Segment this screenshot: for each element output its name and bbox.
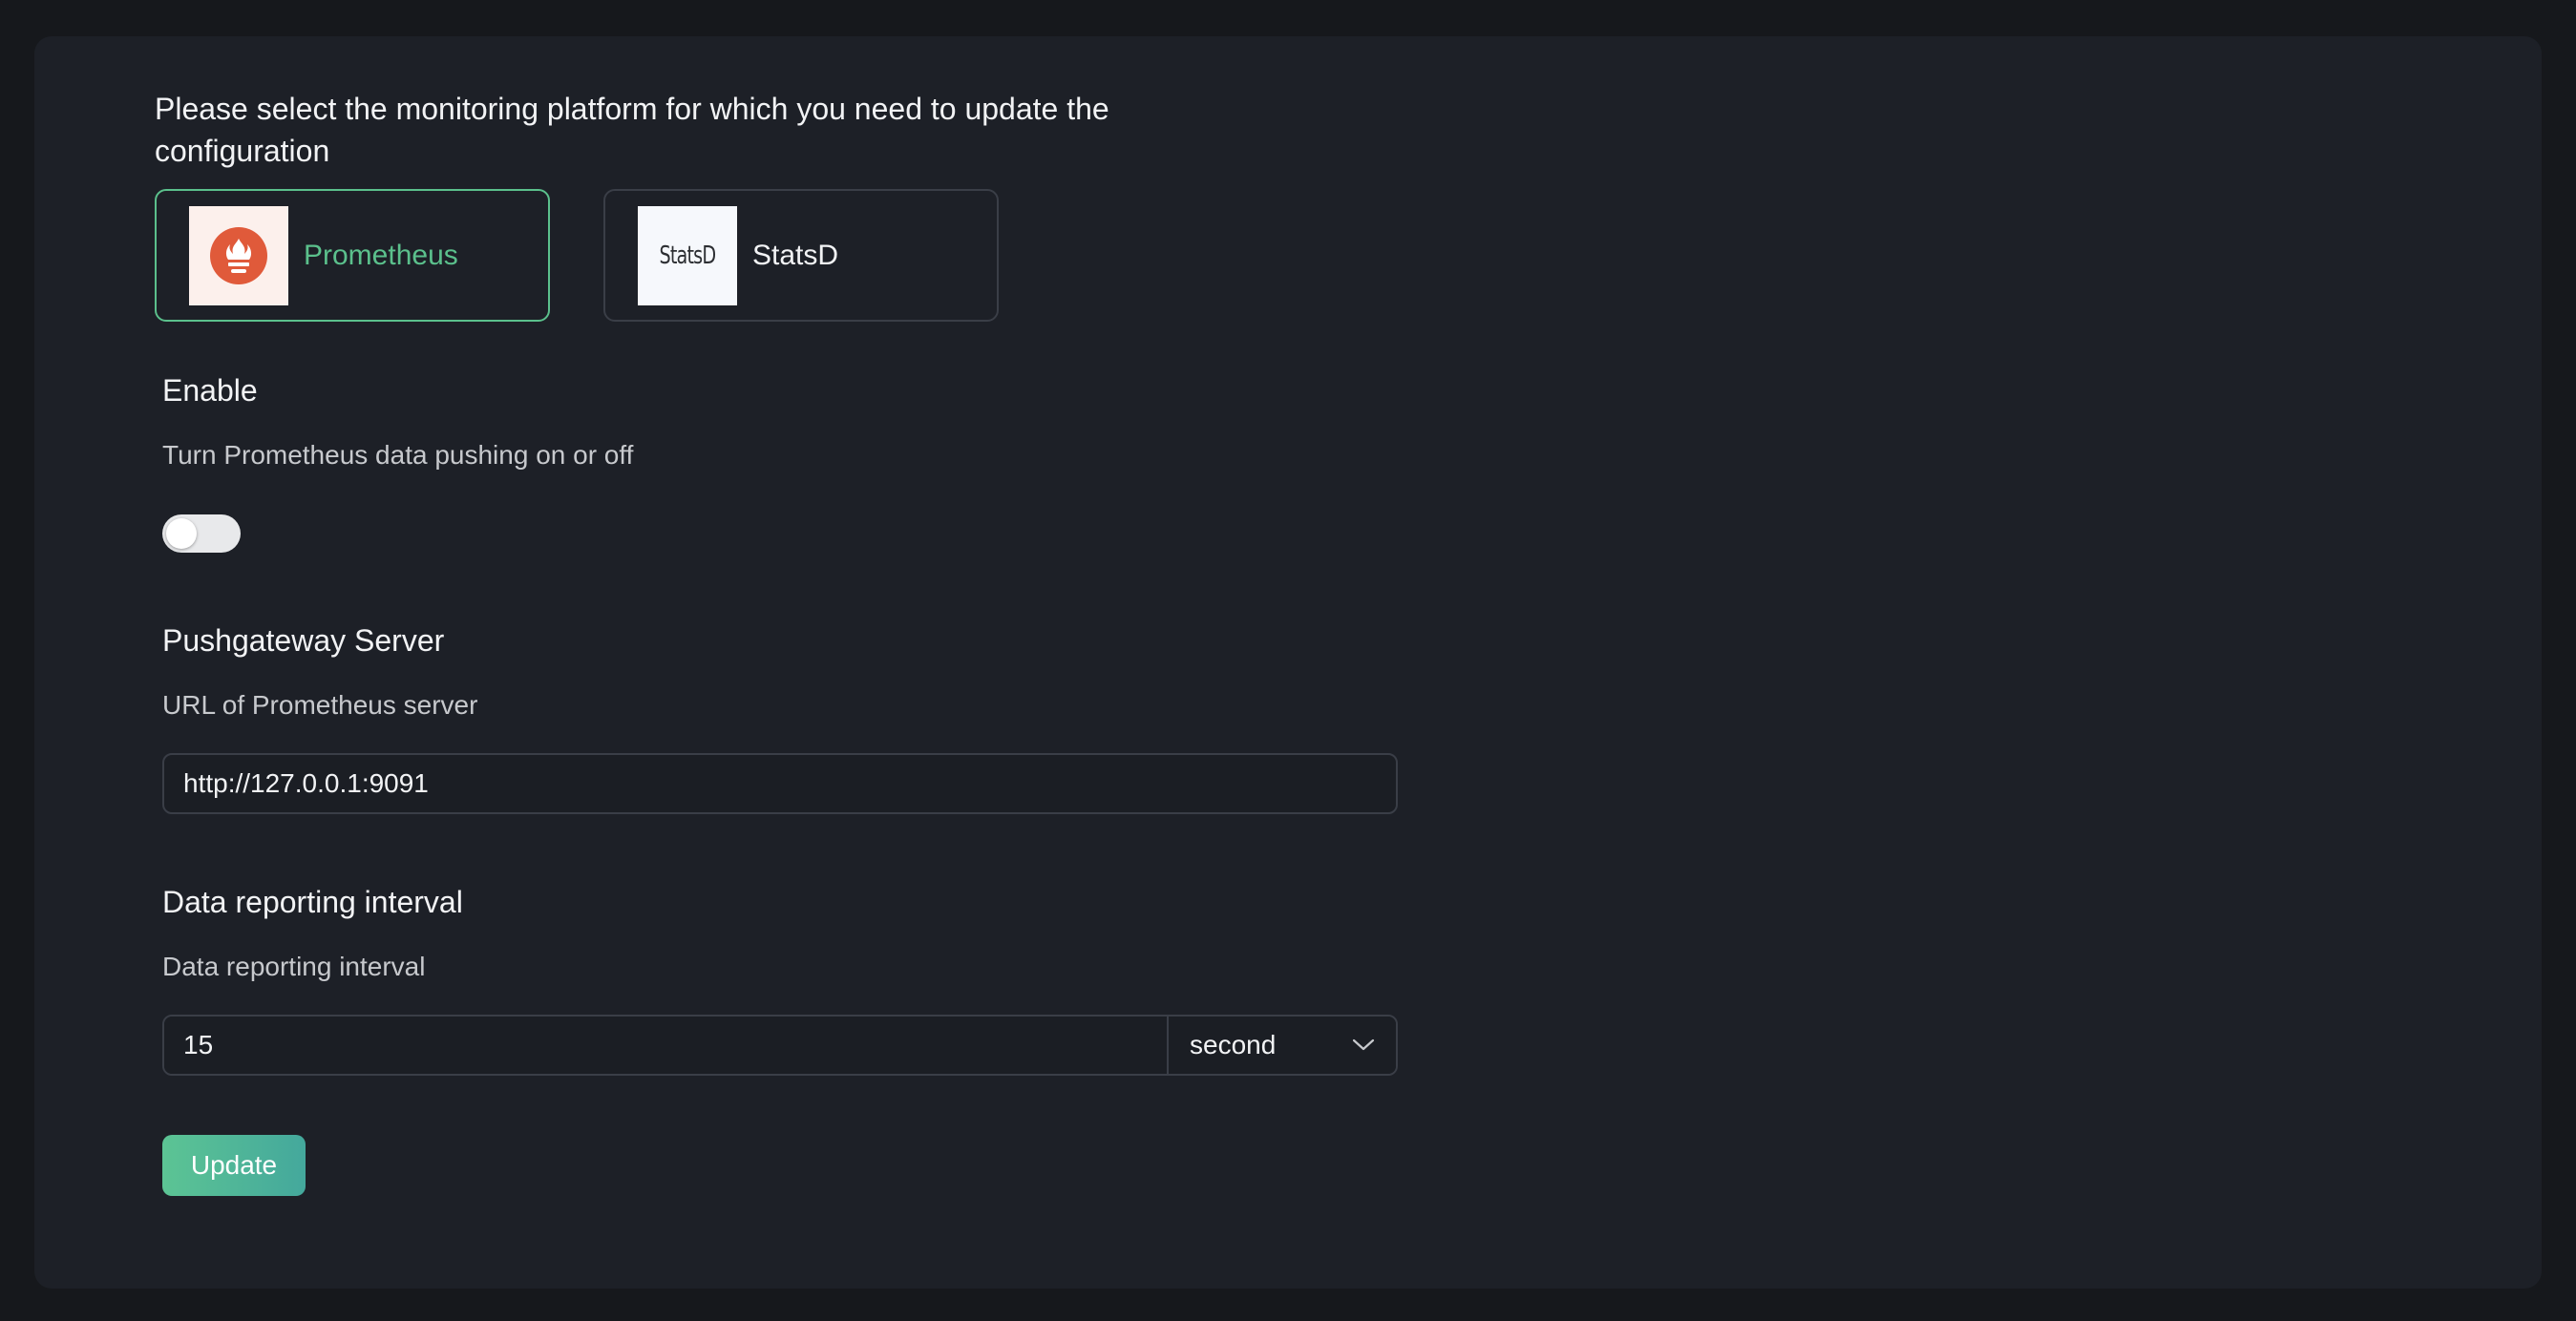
interval-description: Data reporting interval: [162, 952, 426, 981]
enable-description: Turn Prometheus data pushing on or off: [162, 440, 634, 470]
interval-field-group: second: [162, 1015, 1398, 1076]
config-content: Please select the monitoring platform fo…: [155, 88, 1398, 1196]
pushgateway-title: Pushgateway Server: [162, 623, 445, 658]
platform-card-prometheus[interactable]: Prometheus: [155, 189, 550, 322]
interval-unit-select[interactable]: second: [1167, 1017, 1396, 1074]
platform-card-statsd[interactable]: StatsD StatsD: [603, 189, 999, 322]
interval-value-input[interactable]: [164, 1017, 1167, 1074]
chevron-down-icon: [1352, 1038, 1375, 1051]
enable-title: Enable: [162, 373, 258, 408]
prometheus-logo-icon: [189, 205, 288, 305]
interval-unit-value: second: [1190, 1030, 1277, 1059]
intro-text: Please select the monitoring platform fo…: [155, 92, 1109, 168]
pushgateway-description: URL of Prometheus server: [162, 690, 478, 720]
interval-title: Data reporting interval: [162, 885, 463, 919]
platform-label: StatsD: [752, 239, 839, 271]
platform-selector: Prometheus StatsD StatsD: [155, 189, 1396, 322]
pushgateway-url-input[interactable]: [162, 753, 1398, 814]
pushgateway-section: Pushgateway Server URL of Prometheus ser…: [162, 621, 1398, 814]
prometheus-torch-icon: [210, 226, 267, 284]
config-panel: Please select the monitoring platform fo…: [34, 36, 2542, 1289]
actions-section: Update: [162, 1076, 1396, 1196]
platform-label: Prometheus: [304, 239, 458, 271]
enable-section: Enable Turn Prometheus data pushing on o…: [162, 371, 1396, 553]
statsd-logo-icon: StatsD: [638, 205, 737, 305]
statsd-logo-text: StatsD: [659, 241, 717, 270]
enable-toggle[interactable]: [162, 514, 241, 553]
update-button[interactable]: Update: [162, 1135, 306, 1196]
interval-section: Data reporting interval Data reporting i…: [162, 883, 1398, 1076]
toggle-knob: [166, 518, 197, 549]
